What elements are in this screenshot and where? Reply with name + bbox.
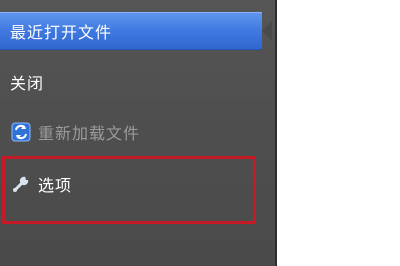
menu-item-label: 重新加载文件 — [38, 124, 141, 143]
menu-item-label: 关闭 — [10, 74, 45, 93]
wrench-icon — [10, 173, 32, 195]
screenshot-stage: 最近打开文件 关闭 重新加载文件 选项 — [0, 0, 400, 266]
menu-item-label: 选项 — [38, 176, 73, 195]
menu-item-options[interactable]: 选项 — [0, 164, 262, 204]
menu-item-reload-file[interactable]: 重新加载文件 — [0, 112, 262, 152]
menu-item-recent-files[interactable]: 最近打开文件 — [0, 12, 272, 50]
selection-notch — [262, 21, 272, 41]
menu-item-label: 最近打开文件 — [10, 23, 113, 42]
file-menu-panel: 最近打开文件 关闭 重新加载文件 选项 — [0, 0, 277, 266]
menu-item-close[interactable]: 关闭 — [0, 62, 262, 102]
reload-icon — [10, 121, 32, 143]
